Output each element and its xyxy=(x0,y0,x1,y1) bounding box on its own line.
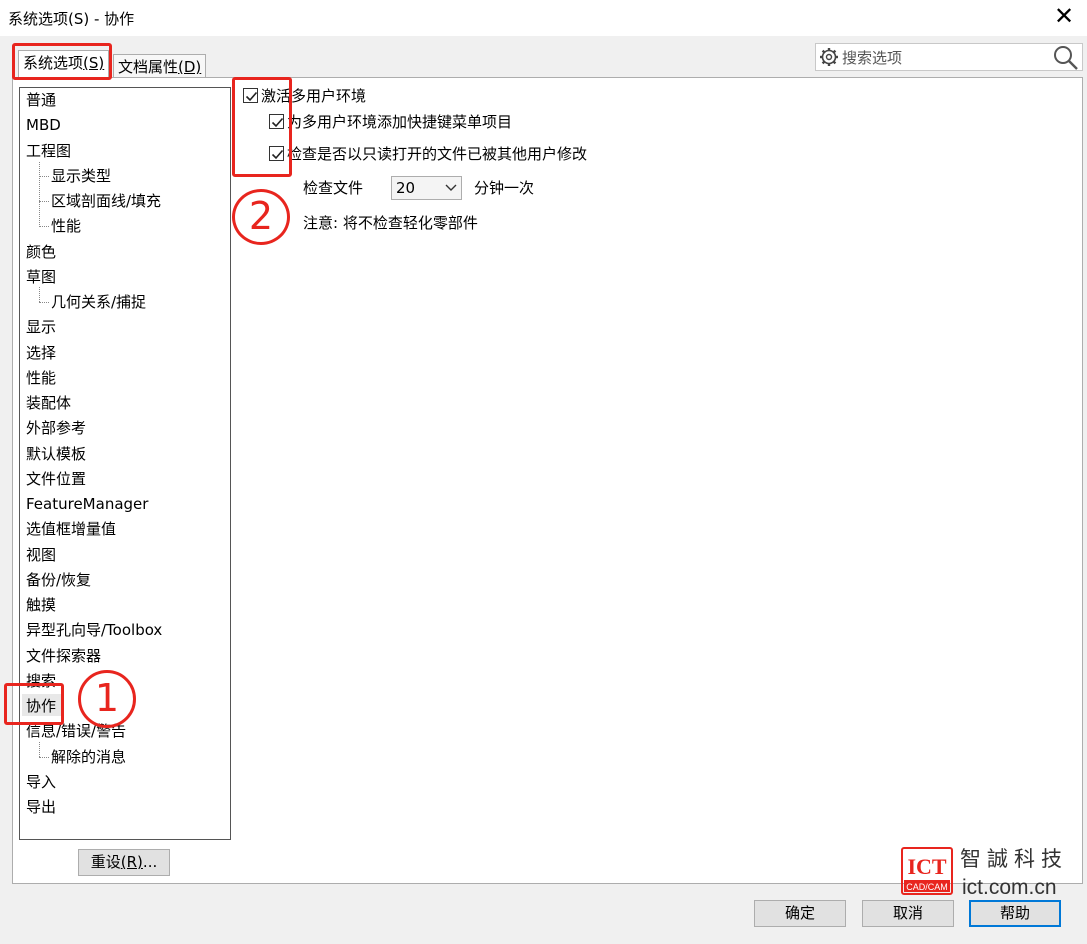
annotation-marker-2: 2 xyxy=(232,189,290,245)
option-add-shortcut-menu[interactable]: 为多用户环境添加快捷键菜单项目 xyxy=(269,112,512,132)
tree-connector xyxy=(39,176,49,177)
tab-document-properties[interactable]: 文档属性(D) xyxy=(113,54,207,77)
watermark-url: ict.com.cn xyxy=(962,876,1057,899)
tree-item[interactable]: 装配体 xyxy=(26,393,71,413)
gear-icon xyxy=(820,48,838,66)
help-button[interactable]: 帮助 xyxy=(969,900,1061,927)
label-add-shortcut-menu: 为多用户环境添加快捷键菜单项目 xyxy=(287,113,513,131)
tab-system-label: 系统选项 xyxy=(23,54,84,72)
annotation-box-collab-item xyxy=(4,683,64,725)
annotation-marker-1: 1 xyxy=(78,670,136,728)
tree-connector xyxy=(39,742,40,757)
tree-connector xyxy=(39,757,49,758)
tree-item[interactable]: 选择 xyxy=(26,343,56,363)
tree-item[interactable]: 颜色 xyxy=(26,242,56,262)
tree-item[interactable]: 普通 xyxy=(26,90,56,110)
check-interval-select[interactable]: 20 xyxy=(391,176,462,200)
tree-item[interactable]: 视图 xyxy=(26,545,56,565)
tree-connector xyxy=(39,162,40,227)
search-options-input[interactable]: 搜索选项 xyxy=(815,43,1083,71)
tree-item[interactable]: 几何关系/捕捉 xyxy=(51,292,146,312)
tree-item[interactable]: 性能 xyxy=(51,216,81,236)
tree-connector xyxy=(39,302,49,303)
tab-document-shortcut: (D) xyxy=(178,58,202,76)
reset-label: 重设 xyxy=(90,853,121,871)
reset-button[interactable]: 重设(R)... xyxy=(78,849,170,876)
option-check-readonly[interactable]: 检查是否以只读打开的文件已被其他用户修改 xyxy=(269,144,587,164)
check-file-label: 检查文件 xyxy=(303,179,364,197)
tree-item[interactable]: 显示类型 xyxy=(51,166,111,186)
tree-item[interactable]: 文件位置 xyxy=(26,469,86,489)
tree-item[interactable]: 默认模板 xyxy=(26,444,86,464)
tree-item[interactable]: 备份/恢复 xyxy=(26,570,91,590)
tree-item[interactable]: 草图 xyxy=(26,267,56,287)
watermark-brand: ICT xyxy=(907,854,946,879)
tree-connector xyxy=(39,226,49,227)
window-title: 系统选项(S) - 协作 xyxy=(8,10,135,28)
tab-system-shortcut: (S) xyxy=(83,54,105,72)
tree-connector xyxy=(39,287,40,302)
tree-item[interactable]: 外部参考 xyxy=(26,418,86,438)
cancel-button[interactable]: 取消 xyxy=(862,900,954,927)
ict-watermark-logo: ICT CAD/CAM 智誠科技 ict.com.cn xyxy=(896,840,1086,900)
watermark-name: 智誠科技 xyxy=(960,847,1068,871)
interval-unit-label: 分钟一次 xyxy=(474,179,535,197)
tree-item[interactable]: 解除的消息 xyxy=(51,747,126,767)
tab-document-label: 文档属性 xyxy=(118,58,179,76)
tree-item[interactable]: 显示 xyxy=(26,317,56,337)
check-interval-value: 20 xyxy=(396,179,416,197)
tree-item[interactable]: 文件探索器 xyxy=(26,646,101,666)
tree-item[interactable]: MBD xyxy=(26,115,61,135)
watermark-sub: CAD/CAM xyxy=(906,882,948,892)
title-bar: 系统选项(S) - 协作 ✕ xyxy=(0,0,1087,36)
tree-item[interactable]: 导入 xyxy=(26,772,56,792)
magnifier-icon[interactable] xyxy=(1052,44,1080,72)
chevron-down-icon xyxy=(445,184,457,191)
tab-system-options[interactable]: 系统选项(S) xyxy=(18,50,110,77)
tree-connector xyxy=(39,201,49,202)
tree-item[interactable]: 工程图 xyxy=(26,141,71,161)
label-check-readonly: 检查是否以只读打开的文件已被其他用户修改 xyxy=(287,145,588,163)
tree-item[interactable]: 区域剖面线/填充 xyxy=(51,191,161,211)
tree-item[interactable]: FeatureManager xyxy=(26,494,148,514)
reset-suffix: ... xyxy=(142,853,158,871)
tree-item[interactable]: 触摸 xyxy=(26,595,56,615)
annotation-box-checkboxes xyxy=(232,77,292,177)
search-placeholder: 搜索选项 xyxy=(842,49,903,67)
tree-item[interactable]: 性能 xyxy=(26,368,56,388)
tree-item[interactable]: 选值框增量值 xyxy=(26,519,116,539)
lightweight-note: 注意: 将不检查轻化零部件 xyxy=(303,214,478,232)
tree-item[interactable]: 导出 xyxy=(26,797,56,817)
reset-shortcut: (R) xyxy=(120,853,143,871)
tree-item[interactable]: 异型孔向导/Toolbox xyxy=(26,620,162,640)
close-icon[interactable]: ✕ xyxy=(1041,0,1087,34)
ok-button[interactable]: 确定 xyxy=(754,900,846,927)
options-tree: 普通 MBD 工程图 显示类型 区域剖面线/填充 性能 颜色 草图 几何关系/捕捉 显示 选择 性能装… xyxy=(19,87,231,840)
